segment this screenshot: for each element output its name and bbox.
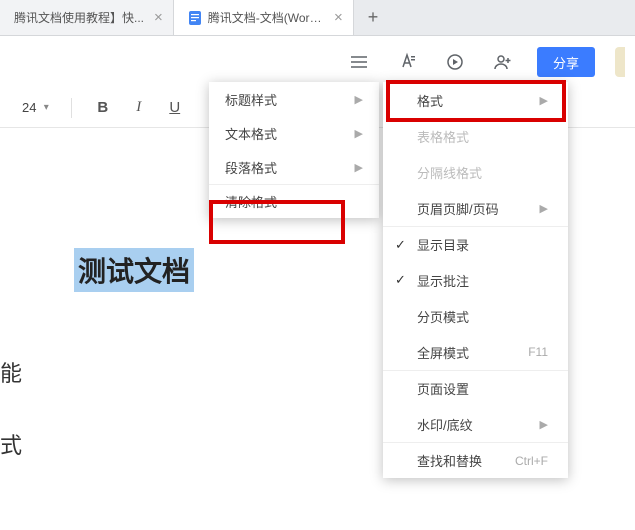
close-icon[interactable]: × (154, 9, 163, 26)
chevron-right-icon: ▶ (540, 94, 548, 107)
menu-label: 全屏模式 (417, 343, 469, 362)
selected-document-text[interactable]: 测试文档 (74, 248, 194, 292)
style-submenu: 标题样式 ▶ 文本格式 ▶ 段落格式 ▶ 清除格式 (209, 82, 379, 218)
menu-item-clear-format[interactable]: 清除格式 (209, 184, 379, 218)
new-tab-button[interactable]: + (354, 7, 393, 28)
menu-item-paged-mode[interactable]: 分页模式 (383, 298, 568, 334)
chevron-right-icon: ▶ (540, 418, 548, 431)
check-icon: ✓ (395, 237, 406, 253)
menu-item-paragraph-format[interactable]: 段落格式 ▶ (209, 150, 379, 184)
menu-label: 段落格式 (225, 158, 277, 177)
browser-tab-active[interactable]: 腾讯文档-文档(Word)使... × (174, 0, 354, 35)
menu-item-heading-style[interactable]: 标题样式 ▶ (209, 82, 379, 116)
chevron-right-icon: ▶ (355, 127, 363, 140)
browser-tab[interactable]: 腾讯文档使用教程】快... × (0, 0, 174, 35)
menu-item-page-setup[interactable]: 页面设置 (383, 370, 568, 406)
truncated-text: 能 (0, 356, 22, 388)
menu-label: 显示目录 (417, 235, 469, 254)
menu-label: 清除格式 (225, 192, 277, 211)
tab-title: 腾讯文档使用教程】快... (14, 9, 144, 26)
menu-label: 页面设置 (417, 379, 469, 398)
menu-item-show-comments[interactable]: ✓ 显示批注 (383, 262, 568, 298)
menu-item-show-toc[interactable]: ✓ 显示目录 (383, 226, 568, 262)
menu-label: 标题样式 (225, 90, 277, 109)
chevron-down-icon: ▾ (44, 102, 49, 113)
format-menu: 格式 ▶ 表格格式 分隔线格式 页眉页脚/页码 ▶ ✓ 显示目录 ✓ 显示批注 … (383, 82, 568, 478)
share-button[interactable]: 分享 (537, 47, 595, 77)
divider (71, 98, 72, 118)
font-size-value: 24 (22, 100, 36, 115)
chevron-right-icon: ▶ (355, 161, 363, 174)
shortcut-label: Ctrl+F (515, 454, 548, 468)
menu-item-table-format: 表格格式 (383, 118, 568, 154)
menu-label: 水印/底纹 (417, 415, 473, 434)
avatar[interactable] (615, 47, 625, 77)
menu-icon[interactable] (345, 52, 373, 72)
font-size-selector[interactable]: 24 ▾ (16, 100, 55, 115)
menu-label: 文本格式 (225, 124, 277, 143)
menu-label: 显示批注 (417, 271, 469, 290)
tab-title: 腾讯文档-文档(Word)使... (208, 9, 324, 26)
text-style-icon[interactable] (393, 52, 421, 72)
menu-label: 分隔线格式 (417, 163, 482, 182)
menu-label: 格式 (417, 91, 443, 110)
chevron-right-icon: ▶ (540, 202, 548, 215)
browser-tab-bar: 腾讯文档使用教程】快... × 腾讯文档-文档(Word)使... × + (0, 0, 635, 36)
menu-label: 分页模式 (417, 307, 469, 326)
close-icon[interactable]: × (334, 9, 343, 26)
menu-label: 页眉页脚/页码 (417, 199, 499, 218)
menu-item-text-format[interactable]: 文本格式 ▶ (209, 116, 379, 150)
bold-button[interactable]: B (88, 94, 118, 122)
menu-item-format[interactable]: 格式 ▶ (383, 82, 568, 118)
menu-item-divider-format: 分隔线格式 (383, 154, 568, 190)
menu-label: 查找和替换 (417, 451, 482, 470)
shortcut-label: F11 (528, 345, 548, 359)
chevron-right-icon: ▶ (355, 93, 363, 106)
menu-item-watermark[interactable]: 水印/底纹 ▶ (383, 406, 568, 442)
menu-item-find-replace[interactable]: 查找和替换 Ctrl+F (383, 442, 568, 478)
app-topbar: 分享 (0, 36, 635, 88)
truncated-text: 式 (0, 428, 22, 460)
italic-button[interactable]: I (124, 94, 154, 122)
add-user-icon[interactable] (489, 52, 517, 72)
menu-label: 表格格式 (417, 127, 469, 146)
check-icon: ✓ (395, 272, 406, 288)
menu-item-header-footer[interactable]: 页眉页脚/页码 ▶ (383, 190, 568, 226)
menu-item-fullscreen[interactable]: 全屏模式 F11 (383, 334, 568, 370)
play-icon[interactable] (441, 52, 469, 72)
docs-icon (188, 11, 202, 25)
underline-button[interactable]: U (160, 94, 190, 122)
